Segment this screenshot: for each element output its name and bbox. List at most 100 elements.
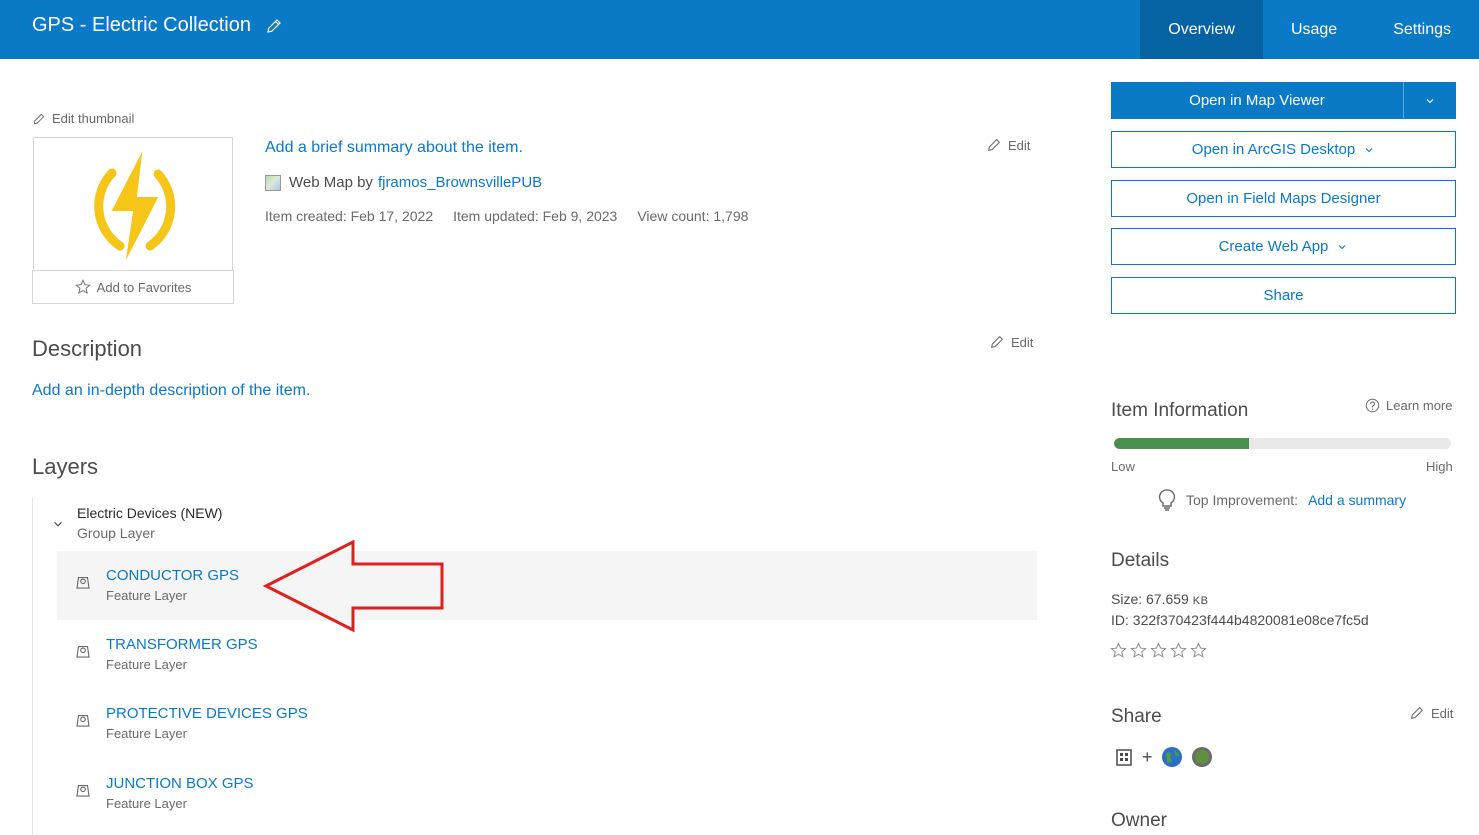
map-viewer-options-button[interactable] [1403, 82, 1456, 119]
view-count: View count: 1,798 [637, 208, 749, 224]
edit-summary-label: Edit [1008, 137, 1031, 153]
item-type-line: Web Map by fjramos_BrownsvillePUB [265, 174, 542, 191]
add-to-favorites-button[interactable]: Add to Favorites [32, 270, 234, 304]
lightbulb-icon [1158, 489, 1176, 511]
item-updated: Item updated: Feb 9, 2023 [453, 208, 618, 224]
help-circle-icon [1365, 398, 1380, 413]
share-button[interactable]: Share [1111, 277, 1456, 314]
details-heading: Details [1111, 550, 1170, 571]
chevron-down-icon [1426, 98, 1433, 103]
open-in-map-viewer-button[interactable]: Open in Map Viewer [1111, 82, 1403, 119]
layer-row[interactable]: CONDUCTOR GPS Feature Layer [57, 551, 1037, 620]
share-plus-sign: + [1142, 746, 1153, 767]
owner-link[interactable]: fjramos_BrownsvillePUB [378, 174, 542, 191]
edit-title-pencil-icon[interactable] [265, 17, 283, 35]
layers-heading: Layers [32, 454, 99, 479]
globe-icon [1161, 747, 1182, 767]
item-information-meter [1114, 438, 1451, 449]
item-meta: Item created: Feb 17, 2022 Item updated:… [265, 208, 748, 224]
edit-description-button[interactable]: Edit [989, 334, 1033, 350]
chevron-down-icon [1339, 244, 1346, 249]
owner-heading: Owner [1111, 810, 1167, 831]
organization-building-icon [1116, 749, 1132, 766]
item-id: ID: 322f370423f444b4820081e08ce7fc5d [1111, 612, 1369, 628]
item-thumbnail [33, 137, 233, 271]
star-icon[interactable] [1130, 642, 1147, 659]
pencil-icon [990, 335, 1004, 349]
open-in-field-maps-designer-button[interactable]: Open in Field Maps Designer [1111, 180, 1456, 217]
group-layer-name: Electric Devices (NEW) [77, 505, 223, 521]
star-icon[interactable] [1190, 642, 1207, 659]
layer-name-link[interactable]: TRANSFORMER GPS [106, 636, 258, 653]
top-bar: GPS - Electric Collection Overview Usage… [0, 0, 1479, 59]
item-title: GPS - Electric Collection [32, 14, 251, 36]
layer-name-link[interactable]: CONDUCTOR GPS [106, 567, 239, 584]
pencil-icon [1410, 706, 1424, 720]
item-type-label: Web Map by [289, 174, 373, 191]
add-a-summary-link[interactable]: Add a summary [1308, 492, 1406, 508]
group-layer-type: Group Layer [77, 525, 155, 541]
layer-type: Feature Layer [106, 657, 187, 672]
layer-name-link[interactable]: PROTECTIVE DEVICES GPS [106, 705, 308, 722]
top-improvement-label: Top Improvement: [1186, 492, 1299, 508]
public-compass-icon [1191, 747, 1212, 767]
open-in-arcgis-desktop-button[interactable]: Open in ArcGIS Desktop [1111, 131, 1456, 168]
item-size-value: Size: 67.659 [1111, 591, 1189, 607]
learn-more-link[interactable]: Learn more [1365, 398, 1452, 413]
red-arrow-annotation [262, 540, 444, 632]
add-description-link[interactable]: Add an in-depth description of the item. [32, 382, 310, 400]
edit-thumbnail-link[interactable]: Edit thumbnail [32, 111, 134, 126]
layer-row[interactable]: JUNCTION BOX GPS Feature Layer [57, 759, 1037, 828]
layer-row[interactable]: TRANSFORMER GPS Feature Layer [57, 620, 1037, 689]
share-status-icons: + [1114, 746, 1213, 768]
open-in-field-maps-designer-label: Open in Field Maps Designer [1186, 190, 1381, 207]
learn-more-label: Learn more [1386, 398, 1453, 413]
feature-layer-icon [76, 645, 90, 658]
item-title-area: GPS - Electric Collection [32, 14, 283, 37]
share-heading: Share [1111, 706, 1162, 727]
star-icon[interactable] [1150, 642, 1167, 659]
star-icon [74, 279, 91, 294]
tab-settings[interactable]: Settings [1365, 0, 1479, 59]
item-tabs: Overview Usage Settings [1140, 0, 1479, 59]
lightning-bolt-icon [94, 145, 176, 267]
create-web-app-label: Create Web App [1218, 238, 1329, 255]
edit-description-label: Edit [1011, 334, 1034, 350]
layer-row[interactable]: PROTECTIVE DEVICES GPS Feature Layer [57, 689, 1037, 758]
create-web-app-button[interactable]: Create Web App [1111, 228, 1456, 265]
meter-high-label: High [1426, 459, 1453, 474]
open-in-arcgis-desktop-label: Open in ArcGIS Desktop [1191, 141, 1356, 158]
item-size: Size: 67.659 KB [1111, 591, 1208, 607]
share-button-label: Share [1263, 287, 1304, 304]
rating-stars[interactable] [1110, 642, 1207, 659]
pencil-icon [33, 113, 45, 124]
add-to-favorites-label: Add to Favorites [96, 279, 192, 295]
tab-usage[interactable]: Usage [1263, 0, 1365, 59]
edit-share-label: Edit [1431, 705, 1454, 721]
layer-type: Feature Layer [106, 726, 187, 741]
feature-layer-icon [76, 576, 90, 589]
top-improvement: Top Improvement: Add a summary [1158, 489, 1406, 511]
feature-layer-icon [76, 714, 90, 727]
description-heading: Description [32, 336, 143, 361]
web-map-icon [265, 174, 281, 191]
edit-share-button[interactable]: Edit [1409, 705, 1453, 721]
layer-type: Feature Layer [106, 796, 187, 811]
feature-layer-icon [76, 784, 90, 797]
group-layer[interactable]: Electric Devices (NEW) Group Layer [33, 497, 1037, 551]
add-summary-link[interactable]: Add a brief summary about the item. [265, 139, 523, 157]
star-icon[interactable] [1110, 642, 1127, 659]
meter-low-label: Low [1111, 459, 1135, 474]
item-information-meter-fill [1114, 438, 1249, 449]
edit-summary-button[interactable]: Edit [986, 137, 1030, 153]
chevron-down-icon [1365, 147, 1373, 152]
layer-name-link[interactable]: JUNCTION BOX GPS [106, 775, 254, 792]
layer-tree: Electric Devices (NEW) Group Layer CONDU… [32, 497, 1037, 835]
tab-overview[interactable]: Overview [1140, 0, 1263, 59]
item-created: Item created: Feb 17, 2022 [265, 208, 434, 224]
star-icon[interactable] [1170, 642, 1187, 659]
chevron-down-icon[interactable] [51, 517, 65, 531]
edit-thumbnail-label: Edit thumbnail [52, 111, 135, 126]
pencil-icon [987, 138, 1001, 152]
item-size-unit: KB [1192, 595, 1209, 607]
